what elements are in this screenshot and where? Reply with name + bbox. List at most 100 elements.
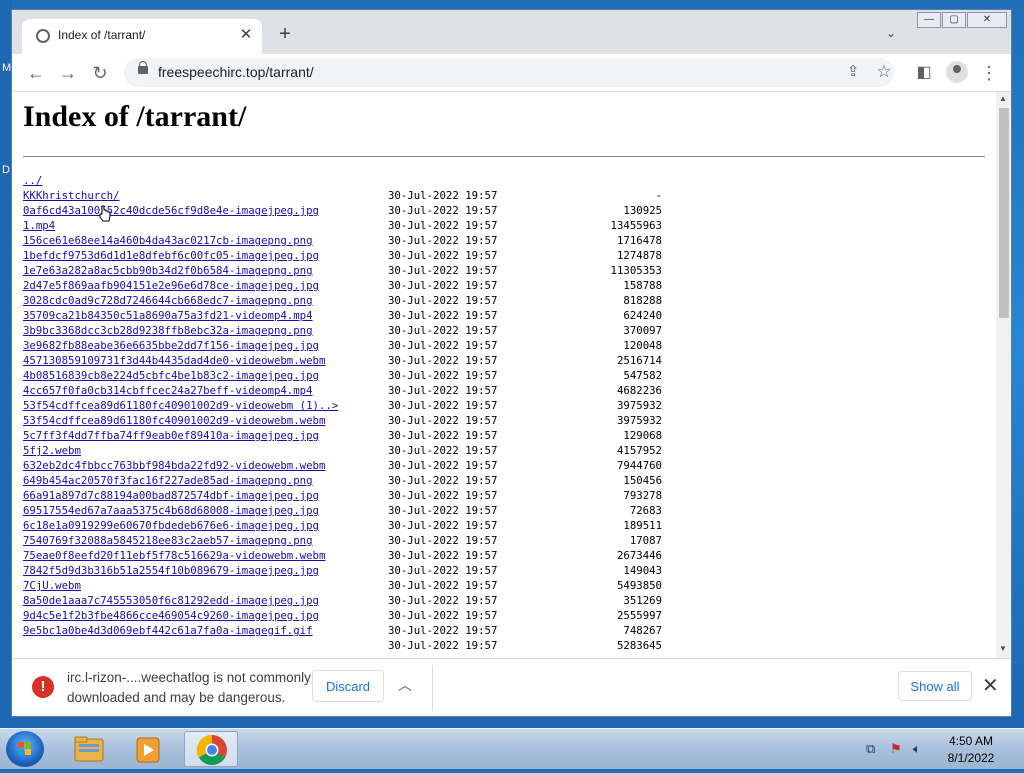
bookmark-star-icon[interactable]: ☆ — [871, 59, 897, 85]
file-date: 30-Jul-2022 19:57 — [388, 609, 498, 622]
profile-avatar-icon[interactable] — [946, 61, 968, 83]
google-chrome-taskbar-button[interactable] — [184, 731, 238, 767]
file-link[interactable]: 1.mp4 — [23, 218, 55, 233]
close-tab-icon[interactable]: ✕ — [236, 25, 256, 45]
file-link[interactable]: 4cc657f0fa0cb314cbffcec24a27beff-videomp… — [23, 383, 313, 398]
file-link[interactable]: 53f54cdffcea89d61180fc40901002d9-videowe… — [23, 398, 338, 413]
side-panel-icon[interactable]: ◧ — [911, 60, 937, 86]
file-size: 72683 — [629, 504, 662, 517]
file-size: 130925 — [623, 204, 662, 217]
file-size: 158788 — [623, 279, 662, 292]
media-player-icon — [136, 737, 160, 763]
file-link[interactable]: 2d47e5f869aafb904151e2e96e6d78ce-imagejp… — [23, 278, 319, 293]
download-warning-line2: downloaded and may be dangerous. — [67, 690, 286, 705]
tab-title: Index of /tarrant/ — [58, 28, 146, 42]
folder-icon — [74, 736, 104, 762]
file-link[interactable]: 5c7ff3f4dd7ffba74ff9eab0ef89410a-imagejp… — [23, 428, 319, 443]
file-link[interactable]: 8a50de1aaa7c745553050f6c81292edd-imagejp… — [23, 593, 319, 608]
scrollbar-thumb[interactable] — [999, 108, 1009, 318]
scroll-down-arrow-icon[interactable]: ▼ — [999, 644, 1007, 653]
file-size: 4157952 — [616, 444, 662, 457]
back-arrow-icon[interactable]: ← — [23, 60, 49, 86]
tab-search-chevron-icon[interactable]: ⌄ — [886, 26, 896, 40]
close-download-bar-icon[interactable]: ✕ — [982, 673, 999, 698]
file-link[interactable]: 649b454ac20570f3fac16f227ade85ad-imagepn… — [23, 473, 313, 488]
file-link[interactable]: 7CjU.webm — [23, 578, 81, 593]
maximize-button[interactable]: ▢ — [942, 12, 966, 28]
file-size: 150456 — [623, 474, 662, 487]
file-link[interactable]: 3e9682fb88eabe36e6635bbe2dd7f156-imagejp… — [23, 338, 319, 353]
desktop-glyph: M — [2, 62, 12, 74]
warning-icon: ! — [32, 676, 54, 698]
file-link[interactable]: 4b08516839cb8e224d5cbfc4be1b83c2-imagejp… — [23, 368, 319, 383]
new-tab-icon[interactable]: + — [274, 24, 296, 46]
file-link[interactable]: 0af6cd43a100552c40dcde56cf9d8e4e-imagejp… — [23, 203, 319, 218]
file-link[interactable]: 3028cdc0ad9c728d7246644cb668edc7-imagepn… — [23, 293, 313, 308]
windows-explorer-taskbar-button[interactable] — [62, 731, 116, 767]
file-link[interactable]: 75eae0f8eefd20f11ebf5f78c516629a-videowe… — [23, 548, 325, 563]
file-date: 30-Jul-2022 19:57 — [388, 489, 498, 502]
file-link[interactable]: 6c18e1a0919299e60670fbdedeb676e6-imagejp… — [23, 518, 319, 533]
file-link[interactable]: ../ — [23, 173, 42, 188]
file-size: 2516714 — [616, 354, 662, 367]
close-window-button[interactable]: ✕ — [967, 12, 1007, 28]
file-link[interactable]: 66a91a897d7c88194a00bad872574dbf-imagejp… — [23, 488, 319, 503]
tab-index-of-tarrant[interactable]: Index of /tarrant/ ✕ — [22, 19, 262, 54]
file-link[interactable]: 156ce61e68ee14a460b4da43ac0217cb-imagepn… — [23, 233, 313, 248]
menu-kebab-icon[interactable]: ⋮ — [976, 60, 1002, 86]
file-date: 30-Jul-2022 19:57 — [388, 504, 498, 517]
address-bar[interactable]: freespeechirc.top/tarrant/ ⇪ ☆ — [124, 58, 894, 87]
media-player-taskbar-button[interactable] — [122, 731, 176, 767]
page-content: Index of /tarrant/ ../KKKhristchurch/30-… — [12, 92, 996, 658]
download-bar-separator — [432, 665, 433, 711]
scroll-up-arrow-icon[interactable]: ▲ — [999, 94, 1007, 103]
file-date: 30-Jul-2022 19:57 — [388, 474, 498, 487]
file-size: 3975932 — [616, 414, 662, 427]
vertical-scrollbar[interactable]: ▲ ▼ — [996, 92, 1011, 658]
file-link[interactable]: 9e5bc1a0be4d3d069ebf442c61a7fa0a-imagegi… — [23, 623, 313, 638]
file-date: 30-Jul-2022 19:57 — [388, 339, 498, 352]
start-button[interactable] — [6, 731, 44, 767]
file-size: 129068 — [623, 429, 662, 442]
file-link[interactable]: 3b9bc3368dcc3cb28d9238ffb8ebc32a-imagepn… — [23, 323, 313, 338]
file-link[interactable]: 35709ca21b84350c51a8690a75a3fd21-videomp… — [23, 308, 313, 323]
file-date: 30-Jul-2022 19:57 — [388, 219, 498, 232]
share-icon[interactable]: ⇪ — [840, 59, 866, 85]
file-size: 189511 — [623, 519, 662, 532]
file-date: 30-Jul-2022 19:57 — [388, 384, 498, 397]
url-text[interactable]: freespeechirc.top/tarrant/ — [158, 64, 314, 80]
show-all-button[interactable]: Show all — [898, 671, 972, 701]
file-size: 120048 — [623, 339, 662, 352]
file-link[interactable]: 7842f5d9d3b316b51a2554f10b089679-imagejp… — [23, 563, 319, 578]
lock-icon — [138, 61, 148, 74]
reload-icon[interactable]: ↻ — [87, 60, 113, 86]
file-size: 1274878 — [616, 249, 662, 262]
file-link[interactable]: 457130859109731f3d44b4435dad4de0-videowe… — [23, 353, 325, 368]
file-link[interactable]: KKKhristchurch/ — [23, 188, 120, 203]
volume-icon[interactable]: 🔈︎ — [913, 741, 921, 757]
network-icon[interactable]: ⧉ — [866, 741, 875, 757]
chevron-up-icon[interactable]: ︿ — [398, 675, 412, 695]
file-link[interactable]: 1befdcf9753d6d1d1e8dfebf6c00fc05-imagejp… — [23, 248, 319, 263]
forward-arrow-icon[interactable]: → — [55, 60, 81, 86]
file-size: 17087 — [629, 534, 662, 547]
file-link[interactable]: 5fj2.webm — [23, 443, 81, 458]
file-link[interactable]: 1e7e63a282a8ac5cbb90b34d2f0b6584-imagepn… — [23, 263, 313, 278]
action-center-flag-icon[interactable]: ⚑ — [890, 741, 902, 757]
file-link[interactable]: 632eb2dc4fbbcc763bbf984bda22fd92-videowe… — [23, 458, 325, 473]
download-bar: ! irc.l-rizon-....weechatlog is not comm… — [12, 658, 1011, 716]
file-date: 30-Jul-2022 19:57 — [388, 204, 498, 217]
file-link[interactable]: 53f54cdffcea89d61180fc40901002d9-videowe… — [23, 413, 325, 428]
file-date: 30-Jul-2022 19:57 — [388, 549, 498, 562]
file-link[interactable]: 69517554ed67a7aaa5375c4b68d68008-imagejp… — [23, 503, 319, 518]
file-date: 30-Jul-2022 19:57 — [388, 234, 498, 247]
discard-button[interactable]: Discard — [312, 670, 384, 702]
file-date: 30-Jul-2022 19:57 — [388, 414, 498, 427]
file-link[interactable]: 7540769f32088a5845218ee83c2aeb57-imagepn… — [23, 533, 313, 548]
divider — [23, 156, 985, 157]
clock[interactable]: 4:50 AM 8/1/2022 — [940, 733, 1002, 767]
file-link[interactable]: 9d4c5e1f2b3fbe4866cce469054c9260-imagejp… — [23, 608, 319, 623]
page-title: Index of /tarrant/ — [23, 100, 247, 133]
minimize-button[interactable]: — — [917, 12, 941, 28]
mouse-pointer-icon — [99, 205, 111, 222]
